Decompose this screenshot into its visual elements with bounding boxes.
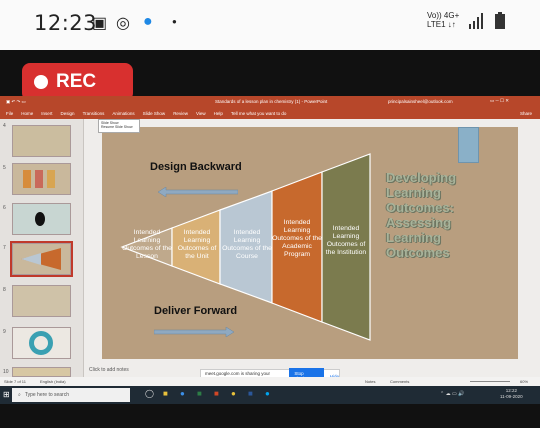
thumb-number: 6	[3, 205, 6, 211]
quick-access-icons[interactable]: ▣ ↶ ↷ ▭	[6, 99, 26, 105]
user-account[interactable]: principalsainsheel@outlook.com	[388, 99, 453, 104]
segment-label-program: Intended Learning Outcomes of the Academ…	[272, 219, 322, 258]
tab-transitions[interactable]: Transitions	[83, 111, 105, 116]
task-view-icon[interactable]: ◯	[145, 389, 154, 398]
slide-show-dropdown[interactable]: Slide Show Resume Slide Show	[98, 119, 140, 133]
whatsapp-icon: ◎	[116, 15, 130, 32]
zoom-level[interactable]: 60%	[520, 379, 528, 384]
resume-slide-show-item[interactable]: Resume Slide Show	[101, 125, 137, 129]
search-icon: ⌕	[18, 392, 21, 398]
tab-review[interactable]: Review	[173, 111, 188, 116]
excel-icon[interactable]: ■	[197, 389, 202, 398]
shared-screen: ▣ ↶ ↷ ▭ Standards of a lesson plan in ch…	[0, 96, 540, 404]
slide-counter: Slide 7 of 11	[4, 379, 26, 384]
tab-animations[interactable]: Animations	[112, 111, 134, 116]
edge-icon[interactable]: ●	[180, 389, 185, 398]
ribbon-tabs: File Home Insert Design Transitions Anim…	[0, 108, 540, 119]
windows-start-icon[interactable]: ⊞	[3, 390, 10, 399]
slide-thumb-9[interactable]	[12, 327, 71, 359]
phone-clock: 12:23	[34, 11, 98, 35]
share-button[interactable]: Share	[520, 111, 532, 116]
thumb-number: 5	[3, 165, 6, 171]
slide-thumbnail-panel: 4 5 6 7 8 9 10	[0, 119, 84, 377]
powerpoint-icon[interactable]: ■	[214, 389, 219, 398]
tab-file[interactable]: File	[6, 111, 13, 116]
slide-thumb-4[interactable]	[12, 125, 71, 157]
tell-me-search[interactable]: Tell me what you want to do	[231, 111, 287, 116]
phone-status-bar: 12:23 ▣ ◎ ● ● Vo)) 4G+ LTE1 ↓↑	[0, 0, 540, 50]
thumb-number: 4	[3, 123, 6, 129]
tab-insert[interactable]: Insert	[41, 111, 52, 116]
thumb-number: 8	[3, 287, 6, 293]
slide-thumb-5[interactable]	[12, 163, 71, 195]
segment-label-institution: Intended Learning Outcomes of the Instit…	[325, 225, 367, 256]
taskbar-search-text: Type here to search	[24, 392, 70, 398]
right-arrow-icon	[154, 327, 234, 337]
notes-placeholder[interactable]: Click to add notes	[89, 367, 129, 373]
notes-button[interactable]: Notes	[365, 379, 375, 384]
taskbar-search[interactable]: ⌕ Type here to search	[12, 388, 130, 402]
segment-label-unit: Intended Learning Outcomes of the Unit	[177, 229, 217, 260]
app-icon[interactable]: ●	[265, 389, 270, 398]
battery-icon	[495, 12, 505, 29]
tab-slide-show[interactable]: Slide Show	[143, 111, 166, 116]
slide-thumb-7-selected[interactable]	[10, 241, 73, 277]
record-dot-icon	[34, 75, 48, 89]
slide-thumb-10[interactable]	[12, 367, 71, 377]
current-slide[interactable]: Design Backward Intended Learning Outcom…	[102, 127, 518, 359]
taskbar-clock: 12:22 11-09-2020	[500, 388, 523, 400]
thumb-number: 9	[3, 329, 6, 335]
slide-side-title: Developing Learning Outcomes: Assessing …	[386, 170, 457, 260]
taskbar-time: 12:22	[505, 388, 517, 393]
chrome-icon[interactable]: ●	[231, 389, 236, 398]
slide-thumb-8[interactable]	[12, 285, 71, 317]
powerpoint-status-bar: Slide 7 of 11 English (India) Notes Comm…	[0, 377, 540, 386]
window-controls[interactable]: ▭ ─ ☐ ✕	[490, 98, 509, 104]
comments-button[interactable]: Comments	[390, 379, 409, 384]
deliver-forward-heading: Deliver Forward	[154, 305, 238, 317]
slide-edit-area: Design Backward Intended Learning Outcom…	[84, 119, 540, 377]
window-titlebar: ▣ ↶ ↷ ▭ Standards of a lesson plan in ch…	[0, 96, 540, 108]
segment-label-lesson: Intended Learning Outcomes of the Lesson	[122, 229, 172, 260]
tab-design[interactable]: Design	[61, 111, 75, 116]
word-icon[interactable]: ■	[248, 389, 253, 398]
bag-icon: ●	[143, 13, 153, 30]
signal-icon	[469, 13, 483, 29]
language-indicator[interactable]: English (India)	[40, 379, 66, 384]
thumb-number: 10	[3, 369, 9, 375]
window-title: Standards of a lesson plan in chemistry …	[215, 99, 328, 104]
tab-home[interactable]: Home	[21, 111, 33, 116]
tab-view[interactable]: View	[196, 111, 206, 116]
dot-icon: ●	[172, 17, 177, 26]
taskbar-date: 11-09-2020	[500, 394, 523, 399]
network-indicator: Vo)) 4G+ LTE1 ↓↑	[427, 11, 460, 29]
recording-label: REC	[56, 71, 97, 92]
bottom-frame	[0, 404, 540, 428]
tray-icons[interactable]: ⌃ ☁ ▭ 🔊	[440, 391, 464, 397]
zoom-slider[interactable]	[470, 381, 510, 382]
tab-help[interactable]: Help	[214, 111, 223, 116]
windows-taskbar: ⊞ ⌕ Type here to search ◯ ■ ● ■ ■ ● ■ ● …	[0, 386, 540, 404]
file-explorer-icon[interactable]: ■	[163, 389, 168, 398]
segment-label-course: Intended Learning Outcomes of the Course	[222, 229, 272, 260]
slide-thumb-6[interactable]	[12, 203, 71, 235]
thumb-number: 7	[3, 245, 6, 251]
gallery-icon: ▣	[92, 15, 108, 32]
